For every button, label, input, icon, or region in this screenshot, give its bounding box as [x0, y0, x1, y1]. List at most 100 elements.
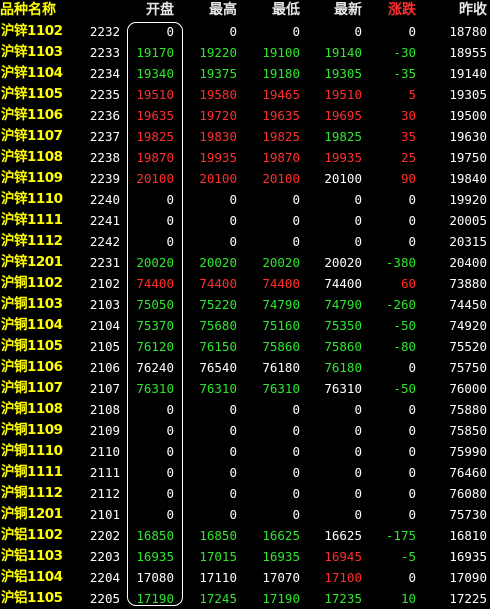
- quote-row[interactable]: 沪锌1103 2233 19170 19220 19100 19140 -30 18955: [0, 42, 490, 63]
- prev-close-cell: 17090: [449, 570, 487, 585]
- quote-row[interactable]: 沪铜1112 2112 0 0 0 0 0 76080: [0, 483, 490, 504]
- quote-row[interactable]: 沪锌1106 2236 19635 19720 19635 19695 30 19500: [0, 105, 490, 126]
- last-cell: 0: [354, 465, 362, 480]
- quote-row[interactable]: 沪铝1102 2202 16850 16850 16625 16625 -175 16810: [0, 525, 490, 546]
- open-cell: 75050: [136, 297, 174, 312]
- low-cell: 20100: [262, 171, 300, 186]
- open-cell: 0: [166, 234, 174, 249]
- quote-row[interactable]: 沪铝1103 2203 16935 17015 16935 16945 -5 16935: [0, 546, 490, 567]
- change-cell: -80: [393, 339, 416, 354]
- change-cell: 90: [400, 171, 416, 186]
- low-cell: 20020: [262, 255, 300, 270]
- header-prev-close[interactable]: 昨收: [424, 0, 487, 21]
- change-cell: 0: [408, 486, 416, 501]
- open-cell: 0: [166, 402, 174, 417]
- prev-close-cell: 75520: [449, 339, 487, 354]
- quote-row[interactable]: 沪铜1201 2101 0 0 0 0 0 75730: [0, 504, 490, 525]
- name-cell: 沪铝1104: [1, 569, 63, 585]
- name-cell: 沪铜1107: [1, 380, 63, 396]
- last-cell: 19140: [324, 45, 362, 60]
- prev-close-cell: 19305: [449, 87, 487, 102]
- quote-row[interactable]: 沪锌1112 2242 0 0 0 0 0 20315: [0, 231, 490, 252]
- low-cell: 19180: [262, 66, 300, 81]
- code-cell: 2107: [89, 381, 120, 396]
- header-change[interactable]: 涨跌: [366, 0, 416, 21]
- open-cell: 0: [166, 24, 174, 39]
- code-cell: 2234: [89, 66, 120, 81]
- prev-close-cell: 18780: [449, 24, 487, 39]
- header-low[interactable]: 最低: [242, 0, 300, 21]
- open-cell: 0: [166, 486, 174, 501]
- low-cell: 76180: [262, 360, 300, 375]
- high-cell: 17015: [199, 549, 237, 564]
- quote-row[interactable]: 沪锌1105 2235 19510 19580 19465 19510 5 19305: [0, 84, 490, 105]
- quote-row[interactable]: 沪锌1109 2239 20100 20100 20100 20100 90 19840: [0, 168, 490, 189]
- name-cell: 沪锌1110: [1, 191, 63, 207]
- name-cell: 沪铜1102: [1, 275, 63, 291]
- low-cell: 0: [292, 486, 300, 501]
- quote-row[interactable]: 沪锌1107 2237 19825 19830 19825 19825 35 19630: [0, 126, 490, 147]
- header-last[interactable]: 最新: [302, 0, 362, 21]
- prev-close-cell: 76080: [449, 486, 487, 501]
- quote-row[interactable]: 沪铜1106 2106 76240 76540 76180 76180 0 75750: [0, 357, 490, 378]
- last-cell: 75350: [324, 318, 362, 333]
- change-cell: 0: [408, 360, 416, 375]
- open-cell: 74400: [136, 276, 174, 291]
- last-cell: 75860: [324, 339, 362, 354]
- last-cell: 76310: [324, 381, 362, 396]
- quote-row[interactable]: 沪铜1105 2105 76120 76150 75860 75860 -80 75520: [0, 336, 490, 357]
- change-cell: -5: [400, 549, 416, 564]
- high-cell: 19720: [199, 108, 237, 123]
- code-cell: 2112: [89, 486, 120, 501]
- name-cell: 沪铜1201: [1, 506, 63, 522]
- quote-row[interactable]: 沪铝1104 2204 17080 17110 17070 17100 0 17090: [0, 567, 490, 588]
- code-cell: 2237: [89, 129, 120, 144]
- name-cell: 沪锌1105: [1, 86, 63, 102]
- header-high[interactable]: 最高: [180, 0, 237, 21]
- code-cell: 2236: [89, 108, 120, 123]
- quote-row[interactable]: 沪铜1104 2104 75370 75680 75160 75350 -50 74920: [0, 315, 490, 336]
- change-cell: 5: [408, 87, 416, 102]
- high-cell: 0: [229, 486, 237, 501]
- quote-row[interactable]: 沪锌1110 2240 0 0 0 0 0 19920: [0, 189, 490, 210]
- quote-row[interactable]: 沪锌1108 2238 19870 19935 19870 19935 25 19750: [0, 147, 490, 168]
- last-cell: 16625: [324, 528, 362, 543]
- prev-close-cell: 75730: [449, 507, 487, 522]
- header-open[interactable]: 开盘: [118, 0, 174, 21]
- code-cell: 2103: [89, 297, 120, 312]
- quote-row[interactable]: 沪铜1103 2103 75050 75220 74790 74790 -260 74450: [0, 294, 490, 315]
- name-cell: 沪铜1110: [1, 443, 63, 459]
- quote-row[interactable]: 沪铜1108 2108 0 0 0 0 0 75880: [0, 399, 490, 420]
- header-name[interactable]: 品种名称: [0, 0, 72, 21]
- prev-close-cell: 19920: [449, 192, 487, 207]
- quote-row[interactable]: 沪锌1201 2231 20020 20020 20020 20020 -380 20400: [0, 252, 490, 273]
- name-cell: 沪锌1102: [1, 23, 63, 39]
- high-cell: 74400: [199, 276, 237, 291]
- open-cell: 16935: [136, 549, 174, 564]
- code-cell: 2241: [89, 213, 120, 228]
- quote-row[interactable]: 沪铜1110 2110 0 0 0 0 0 75990: [0, 441, 490, 462]
- name-cell: 沪铝1103: [1, 548, 63, 564]
- quote-row[interactable]: 沪铜1109 2109 0 0 0 0 0 75850: [0, 420, 490, 441]
- quote-row[interactable]: 沪铜1102 2102 74400 74400 74400 74400 60 73880: [0, 273, 490, 294]
- change-cell: 0: [408, 570, 416, 585]
- quote-row[interactable]: 沪锌1111 2241 0 0 0 0 0 20005: [0, 210, 490, 231]
- code-cell: 2203: [89, 549, 120, 564]
- change-cell: 0: [408, 465, 416, 480]
- open-cell: 0: [166, 213, 174, 228]
- last-cell: 0: [354, 423, 362, 438]
- high-cell: 20100: [199, 171, 237, 186]
- prev-close-cell: 16935: [449, 549, 487, 564]
- change-cell: -35: [393, 66, 416, 81]
- quote-row[interactable]: 沪锌1104 2234 19340 19375 19180 19305 -35 19140: [0, 63, 490, 84]
- prev-close-cell: 74450: [449, 297, 487, 312]
- prev-close-cell: 74920: [449, 318, 487, 333]
- code-cell: 2235: [89, 87, 120, 102]
- quote-row[interactable]: 沪铜1107 2107 76310 76310 76310 76310 -50 76000: [0, 378, 490, 399]
- open-cell: 75370: [136, 318, 174, 333]
- open-cell: 0: [166, 507, 174, 522]
- quote-row[interactable]: 沪锌1102 2232 0 0 0 0 0 18780: [0, 21, 490, 42]
- low-cell: 0: [292, 444, 300, 459]
- quote-row[interactable]: 沪铜1111 2111 0 0 0 0 0 76460: [0, 462, 490, 483]
- prev-close-cell: 75880: [449, 402, 487, 417]
